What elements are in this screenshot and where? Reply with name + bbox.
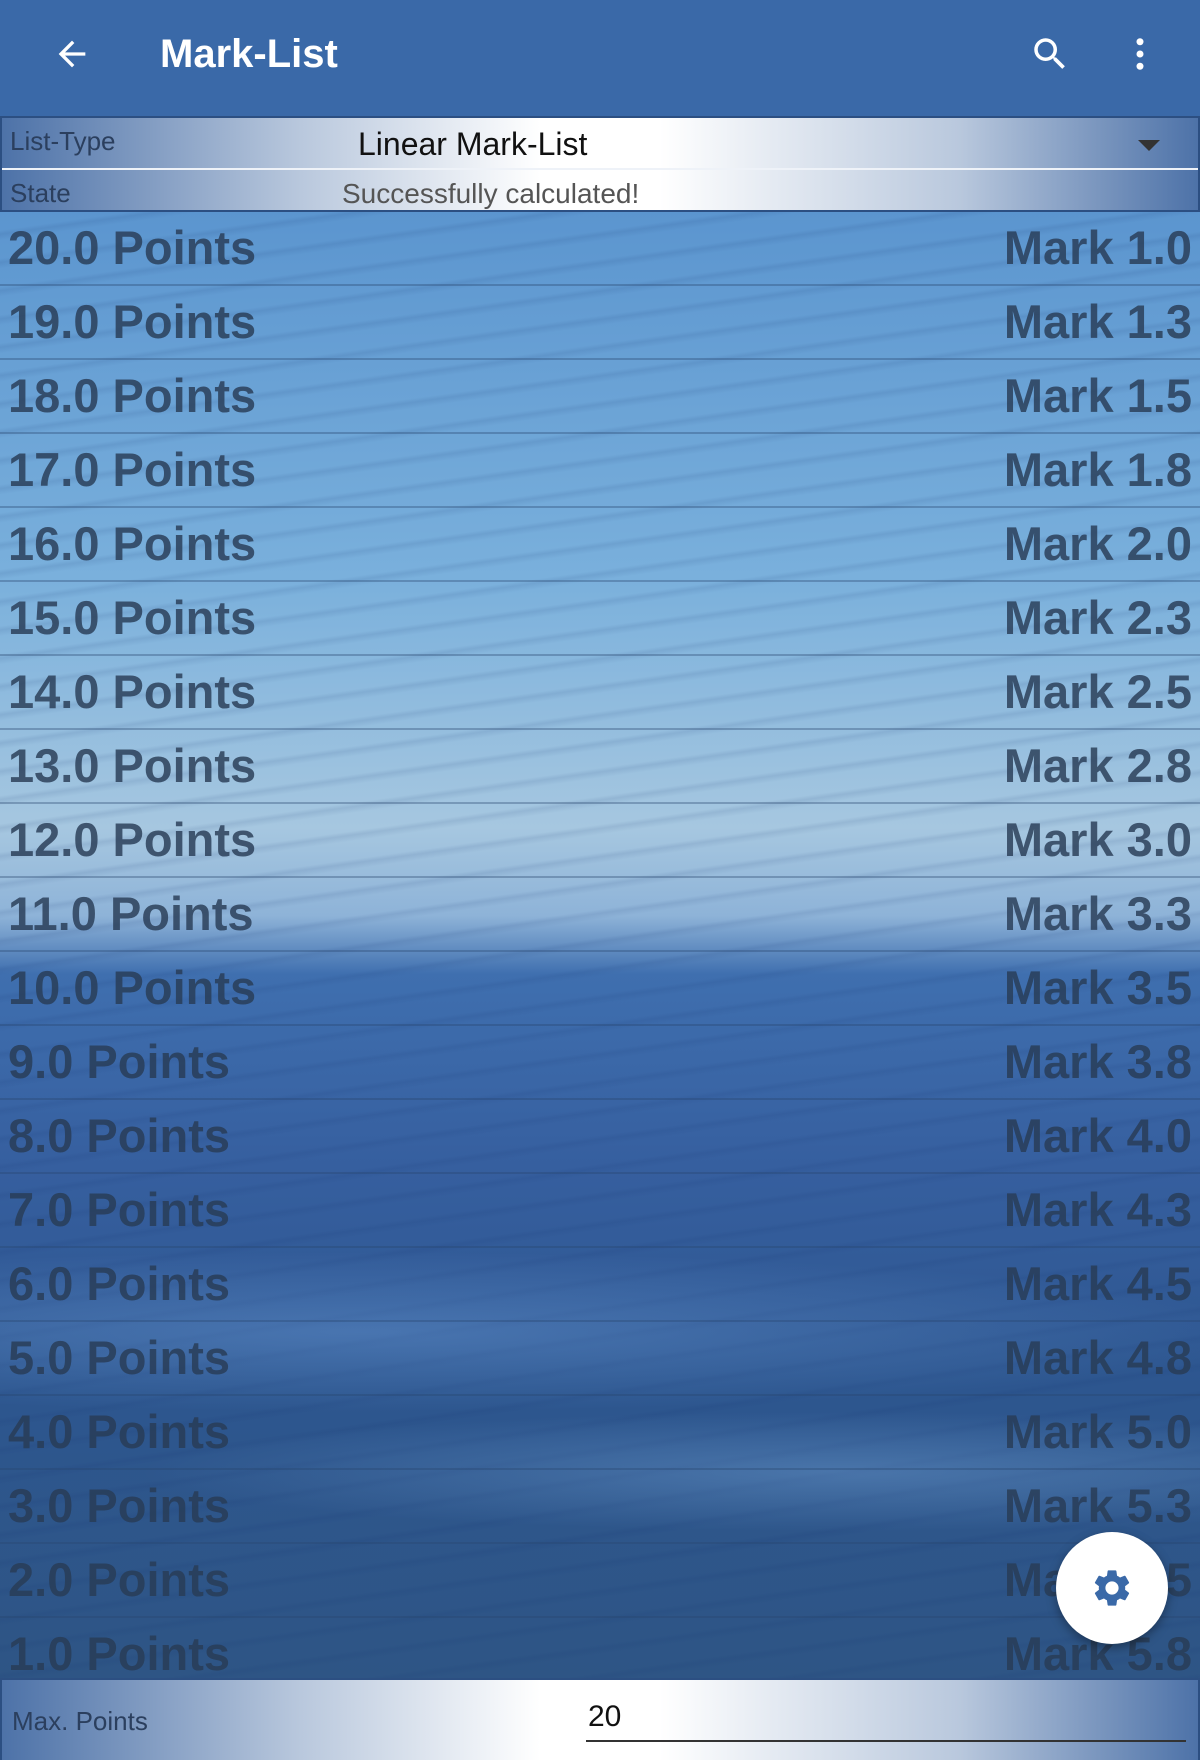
dropdown-arrow-icon — [1138, 140, 1160, 151]
mark-text: Mark 1.8 — [1003, 443, 1192, 496]
list-type-selected-value: Linear Mark-List — [358, 126, 588, 162]
list-type-row: List-Type Linear Mark-List — [2, 118, 1198, 170]
points-text: 6.0 Points — [8, 1257, 231, 1310]
max-points-label: Max. Points — [12, 1706, 148, 1736]
back-button[interactable] — [44, 26, 100, 82]
list-item[interactable]: 4.0 Points Mark 5.0 — [0, 1396, 1200, 1470]
points-text: 13.0 Points — [8, 739, 257, 792]
points-text: 4.0 Points — [8, 1405, 231, 1458]
points-text: 16.0 Points — [8, 517, 257, 570]
mark-text: Mark 2.3 — [1003, 591, 1192, 644]
points-text: 11.0 Points — [8, 887, 254, 940]
mark-text: Mark 3.5 — [1003, 961, 1192, 1014]
list-item[interactable]: 5.0 Points Mark 4.8 — [0, 1322, 1200, 1396]
points-text: 8.0 Points — [8, 1109, 231, 1162]
page-title: Mark-List — [160, 32, 338, 76]
points-text: 9.0 Points — [8, 1035, 231, 1088]
mark-text: Mark 4.5 — [1003, 1257, 1192, 1310]
points-text: 2.0 Points — [8, 1553, 231, 1606]
mark-text: Mark 1.0 — [1003, 221, 1192, 274]
list-item[interactable]: 19.0 Points Mark 1.3 — [0, 286, 1200, 360]
list-item[interactable]: 6.0 Points Mark 4.5 — [0, 1248, 1200, 1322]
mark-text: Mark 3.3 — [1003, 887, 1192, 940]
mark-text: Mark 2.0 — [1003, 517, 1192, 570]
list-item[interactable]: 15.0 Points Mark 2.3 — [0, 582, 1200, 656]
list-item[interactable]: 17.0 Points Mark 1.8 — [0, 434, 1200, 508]
mark-text: Mark 5.3 — [1003, 1479, 1192, 1532]
mark-list[interactable]: 20.0 Points Mark 1.0 19.0 Points Mark 1.3 18… — [0, 212, 1200, 1678]
mark-text: Mark 2.5 — [1003, 665, 1192, 718]
list-type-dropdown[interactable]: Linear Mark-List — [342, 118, 1198, 168]
overflow-menu-button[interactable] — [1112, 26, 1168, 82]
search-button[interactable] — [1022, 26, 1078, 82]
mark-text: Mark 3.8 — [1003, 1035, 1192, 1088]
points-text: 1.0 Points — [8, 1627, 231, 1678]
points-text: 12.0 Points — [8, 813, 257, 866]
mark-text: Mark 1.3 — [1003, 295, 1192, 348]
max-points-input[interactable] — [586, 1694, 1186, 1742]
state-label: State — [10, 178, 71, 208]
list-type-label: List-Type — [10, 126, 116, 156]
list-item[interactable]: 20.0 Points Mark 1.0 — [0, 212, 1200, 286]
list-item[interactable]: 8.0 Points Mark 4.0 — [0, 1100, 1200, 1174]
settings-fab-button[interactable] — [1056, 1532, 1168, 1644]
state-row: State Successfully calculated! — [2, 170, 1198, 212]
mark-text: Mark 2.8 — [1003, 739, 1192, 792]
mark-text: Mark 3.0 — [1003, 813, 1192, 866]
mark-text: Mark 4.8 — [1003, 1331, 1192, 1384]
settings-gear-icon — [1094, 1570, 1130, 1606]
mark-text: Mark 5.0 — [1003, 1405, 1192, 1458]
points-text: 15.0 Points — [8, 591, 257, 644]
list-item[interactable]: 10.0 Points Mark 3.5 — [0, 952, 1200, 1026]
points-text: 5.0 Points — [8, 1331, 231, 1384]
points-text: 20.0 Points — [8, 221, 257, 274]
list-item[interactable]: 12.0 Points Mark 3.0 — [0, 804, 1200, 878]
list-item[interactable]: 13.0 Points Mark 2.8 — [0, 730, 1200, 804]
points-text: 19.0 Points — [8, 295, 257, 348]
list-item[interactable]: 14.0 Points Mark 2.5 — [0, 656, 1200, 730]
list-item[interactable]: 1.0 Points Mark 5.8 — [0, 1618, 1200, 1678]
search-icon — [1034, 38, 1065, 69]
list-item[interactable]: 2.0 PointsMark 5.5 — [0, 1544, 1200, 1618]
list-item[interactable]: 3.0 Points Mark 5.3 — [0, 1470, 1200, 1544]
list-item[interactable]: 11.0 Points Mark 3.3 — [0, 878, 1200, 952]
more-vert-icon — [1136, 38, 1144, 70]
app-bar: Mark-List — [0, 0, 1200, 116]
points-text: 3.0 Points — [8, 1479, 231, 1532]
points-text: 7.0 Points — [8, 1183, 231, 1236]
max-points-panel: Max. Points — [0, 1678, 1200, 1760]
arrow-back-icon — [58, 40, 86, 68]
list-item[interactable]: 7.0 Points Mark 4.3 — [0, 1174, 1200, 1248]
mark-text: Mark 4.3 — [1003, 1183, 1192, 1236]
points-text: 10.0 Points — [8, 961, 257, 1014]
list-item[interactable]: 16.0 Points Mark 2.0 — [0, 508, 1200, 582]
list-item[interactable]: 18.0 Points Mark 1.5 — [0, 360, 1200, 434]
points-text: 18.0 Points — [8, 369, 257, 422]
state-value: Successfully calculated! — [342, 178, 640, 209]
list-item[interactable]: 9.0 Points Mark 3.8 — [0, 1026, 1200, 1100]
list-settings-panel: List-Type Linear Mark-List State Success… — [0, 116, 1200, 212]
mark-text: Mark 1.5 — [1003, 369, 1192, 422]
points-text: 14.0 Points — [8, 665, 257, 718]
points-text: 17.0 Points — [8, 443, 257, 496]
mark-text: Mark 4.0 — [1003, 1109, 1192, 1162]
